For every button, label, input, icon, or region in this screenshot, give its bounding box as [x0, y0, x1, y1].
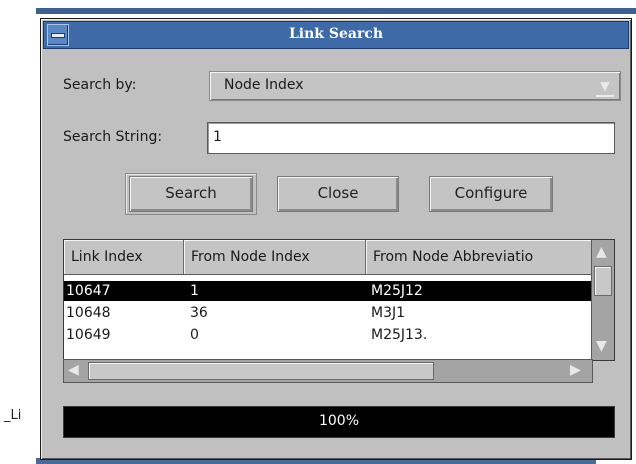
cell-from-node-abbreviation: M25J13. [371, 327, 428, 343]
cell-link-index: 10648 [66, 305, 111, 321]
configure-button[interactable]: Configure [429, 176, 553, 212]
table-header: Link Index From Node Index From Node Abb… [64, 240, 592, 275]
search-button[interactable]: Search [129, 176, 253, 212]
link-search-dialog: Link Search Search by: Node Index ▼ Sear… [40, 18, 632, 460]
horizontal-scrollbar[interactable]: ◀ ▶ [63, 359, 593, 383]
search-string-value: 1 [213, 129, 222, 145]
cell-from-node-index: 1 [190, 283, 199, 299]
search-by-label: Search by: [63, 77, 137, 93]
vertical-scroll-thumb[interactable] [594, 266, 612, 296]
column-header-link-index[interactable]: Link Index [64, 240, 184, 274]
search-by-value: Node Index [224, 77, 304, 93]
column-header-from-node-abbreviation[interactable]: From Node Abbreviatio [366, 240, 592, 274]
cell-from-node-index: 36 [190, 305, 208, 321]
window-title: Link Search [288, 26, 384, 42]
table-row[interactable]: 10647 1 M25J12 [64, 281, 592, 301]
search-string-input[interactable]: 1 [207, 122, 615, 154]
cell-from-node-abbreviation: M3J1 [371, 305, 406, 321]
table-row[interactable]: 10648 36 M3J1 [64, 303, 592, 323]
progress-bar: 100% [63, 406, 615, 438]
vertical-scrollbar[interactable]: ▲ ▼ [591, 240, 614, 360]
title-bar[interactable]: Link Search [43, 21, 629, 49]
scroll-down-icon[interactable]: ▼ [596, 338, 607, 354]
horizontal-scroll-thumb[interactable] [88, 362, 434, 380]
scroll-left-icon[interactable]: ◀ [68, 362, 79, 378]
cell-from-node-index: 0 [190, 327, 199, 343]
cell-link-index: 10649 [66, 327, 111, 343]
close-button[interactable]: Close [277, 176, 399, 212]
progress-text: 100% [318, 413, 360, 429]
column-header-from-node-index[interactable]: From Node Index [184, 240, 366, 274]
cell-from-node-abbreviation: M25J12 [371, 283, 423, 299]
background-window-label: _Li [4, 408, 22, 423]
background-window-frame [36, 8, 636, 14]
table-row[interactable]: 10649 0 M25J13. [64, 325, 592, 345]
search-string-label: Search String: [63, 129, 163, 145]
search-by-dropdown[interactable]: Node Index ▼ [209, 71, 621, 101]
scroll-right-icon[interactable]: ▶ [570, 362, 581, 378]
scroll-up-icon[interactable]: ▲ [596, 244, 607, 260]
dropdown-arrow-icon: ▼ [596, 77, 614, 97]
cell-link-index: 10647 [66, 283, 111, 299]
results-table: Link Index From Node Index From Node Abb… [63, 239, 615, 361]
